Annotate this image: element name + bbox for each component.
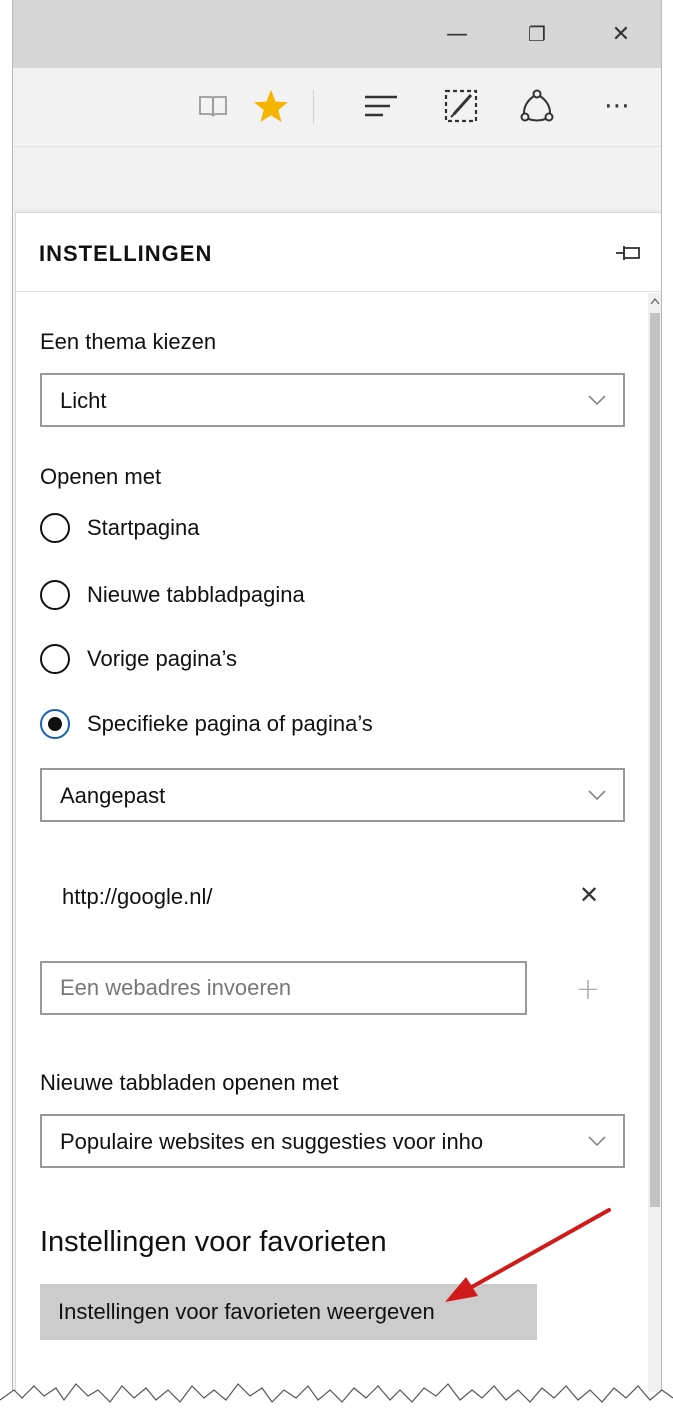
web-note-button[interactable] xyxy=(437,82,485,130)
panel-title: INSTELLINGEN xyxy=(39,241,213,266)
radio-label: Startpagina xyxy=(87,515,200,540)
favorite-button[interactable] xyxy=(247,82,295,130)
custom-pages-select[interactable]: Aangepast xyxy=(40,768,625,822)
open-with-label: Openen met xyxy=(40,464,162,489)
hub-icon xyxy=(365,95,397,117)
radio-startpagina[interactable]: Startpagina xyxy=(40,513,200,543)
new-tabs-label: Nieuwe tabbladen openen met xyxy=(40,1070,339,1095)
radio-circle-checked xyxy=(40,709,70,739)
reading-view-icon xyxy=(199,96,227,117)
chevron-down-icon xyxy=(588,790,606,801)
close-icon: ✕ xyxy=(611,21,631,47)
radio-specifieke-paginas[interactable]: Specifieke pagina of pagina’s xyxy=(40,709,373,739)
browser-window: — ❐ ✕ ⋯ INSTELLINGEN Een thema kiezen Li… xyxy=(12,0,662,1392)
minimize-icon: — xyxy=(446,21,468,47)
new-tabs-value: Populaire websites en suggesties voor in… xyxy=(60,1129,484,1154)
settings-header: INSTELLINGEN xyxy=(16,213,661,292)
more-icon: ⋯ xyxy=(604,91,630,121)
theme-label: Een thema kiezen xyxy=(40,329,217,354)
theme-select[interactable]: Licht xyxy=(40,373,625,427)
plus-icon: + xyxy=(575,971,601,1007)
chevron-down-icon xyxy=(588,395,606,406)
radio-label: Nieuwe tabbladpagina xyxy=(87,582,305,607)
reading-view-button[interactable] xyxy=(189,82,237,130)
more-button[interactable]: ⋯ xyxy=(593,82,641,130)
radio-circle xyxy=(40,513,70,543)
pin-icon[interactable] xyxy=(614,243,642,263)
custom-pages-value: Aangepast xyxy=(60,783,166,808)
scrollbar[interactable] xyxy=(648,293,661,1392)
close-icon: ✕ xyxy=(578,881,600,909)
chevron-down-icon xyxy=(588,1136,606,1147)
radio-nieuwe-tabbladpagina[interactable]: Nieuwe tabbladpagina xyxy=(40,580,305,610)
scroll-thumb[interactable] xyxy=(650,313,660,1207)
favorites-settings-button[interactable]: Instellingen voor favorieten weergeven xyxy=(40,1284,537,1340)
radio-vorige-paginas[interactable]: Vorige pagina’s xyxy=(40,644,237,674)
radio-dot xyxy=(48,717,62,731)
new-tabs-select[interactable]: Populaire websites en suggesties voor in… xyxy=(40,1114,625,1168)
add-url-button[interactable]: + xyxy=(572,971,604,1007)
favorite-star-icon xyxy=(254,90,288,122)
scroll-up-button[interactable] xyxy=(648,293,661,309)
title-bar: — ❐ ✕ xyxy=(13,0,661,68)
url-input[interactable] xyxy=(40,961,527,1015)
radio-circle xyxy=(40,580,70,610)
hub-button[interactable] xyxy=(357,82,405,130)
restore-button[interactable]: ❐ xyxy=(509,0,565,68)
close-button[interactable]: ✕ xyxy=(593,0,649,68)
toolbar-separator xyxy=(313,90,314,124)
settings-panel: INSTELLINGEN Een thema kiezen Licht Open… xyxy=(15,212,661,1392)
remove-url-button[interactable]: ✕ xyxy=(573,879,605,911)
browser-toolbar: ⋯ xyxy=(13,68,661,146)
radio-circle xyxy=(40,644,70,674)
torn-edge xyxy=(0,1383,673,1412)
chevron-up-icon xyxy=(650,297,660,304)
favorites-heading: Instellingen voor favorieten xyxy=(40,1226,387,1258)
share-button[interactable] xyxy=(513,82,561,130)
radio-label: Specifieke pagina of pagina’s xyxy=(87,711,373,736)
radio-label: Vorige pagina’s xyxy=(87,646,238,671)
web-note-icon xyxy=(444,89,478,123)
page-area xyxy=(13,146,661,213)
minimize-button[interactable]: — xyxy=(429,0,485,68)
share-icon xyxy=(520,89,554,122)
restore-icon: ❐ xyxy=(528,22,546,46)
theme-value: Licht xyxy=(60,388,107,413)
start-url: http://google.nl/ xyxy=(62,884,213,909)
